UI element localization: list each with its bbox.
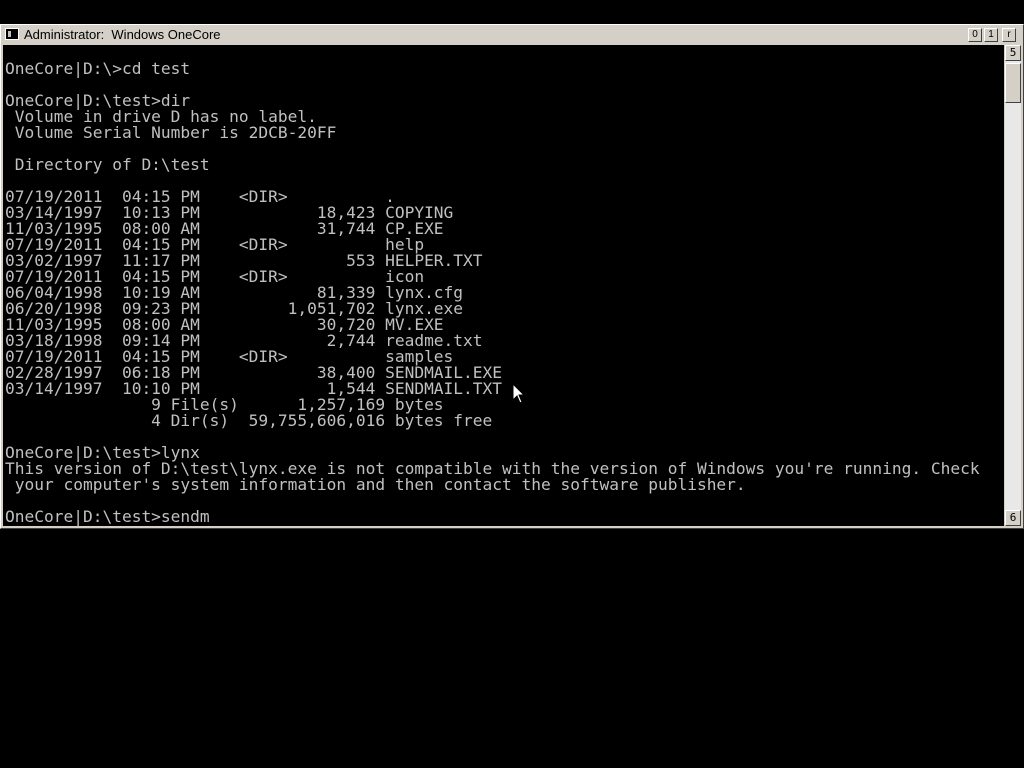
console-app-icon: [5, 28, 19, 40]
title-bar[interactable]: Administrator: Windows OneCore 0 1 r: [1, 25, 1023, 45]
console-window[interactable]: Administrator: Windows OneCore 0 1 r One…: [0, 24, 1024, 529]
desktop: Administrator: Windows OneCore 0 1 r One…: [0, 0, 1024, 768]
minimize-button[interactable]: 0: [968, 28, 982, 42]
console-line: Volume Serial Number is 2DCB-20FF: [5, 123, 337, 142]
maximize-button[interactable]: 1: [984, 28, 998, 42]
console-line: your computer's system information and t…: [5, 475, 746, 494]
console-line: OneCore|D:\test>sendm: [5, 507, 210, 526]
console-line: Directory of D:\test: [5, 155, 210, 174]
console-output-area[interactable]: OneCore|D:\>cd test OneCore|D:\test>dir V…: [3, 45, 1004, 526]
console-line: OneCore|D:\>cd test: [5, 59, 191, 78]
window-title: Administrator: Windows OneCore: [24, 27, 221, 42]
console-text: OneCore|D:\>cd test OneCore|D:\test>dir V…: [5, 59, 980, 526]
mouse-pointer-icon: [512, 383, 526, 404]
console-line: 4 Dir(s) 59,755,606,016 bytes free: [5, 411, 493, 430]
scroll-thumb[interactable]: [1005, 63, 1021, 103]
scroll-up-button[interactable]: 5: [1005, 45, 1021, 61]
scroll-down-button[interactable]: 6: [1005, 510, 1021, 526]
vertical-scrollbar[interactable]: 5 6: [1005, 45, 1021, 526]
close-button[interactable]: r: [1002, 28, 1016, 42]
